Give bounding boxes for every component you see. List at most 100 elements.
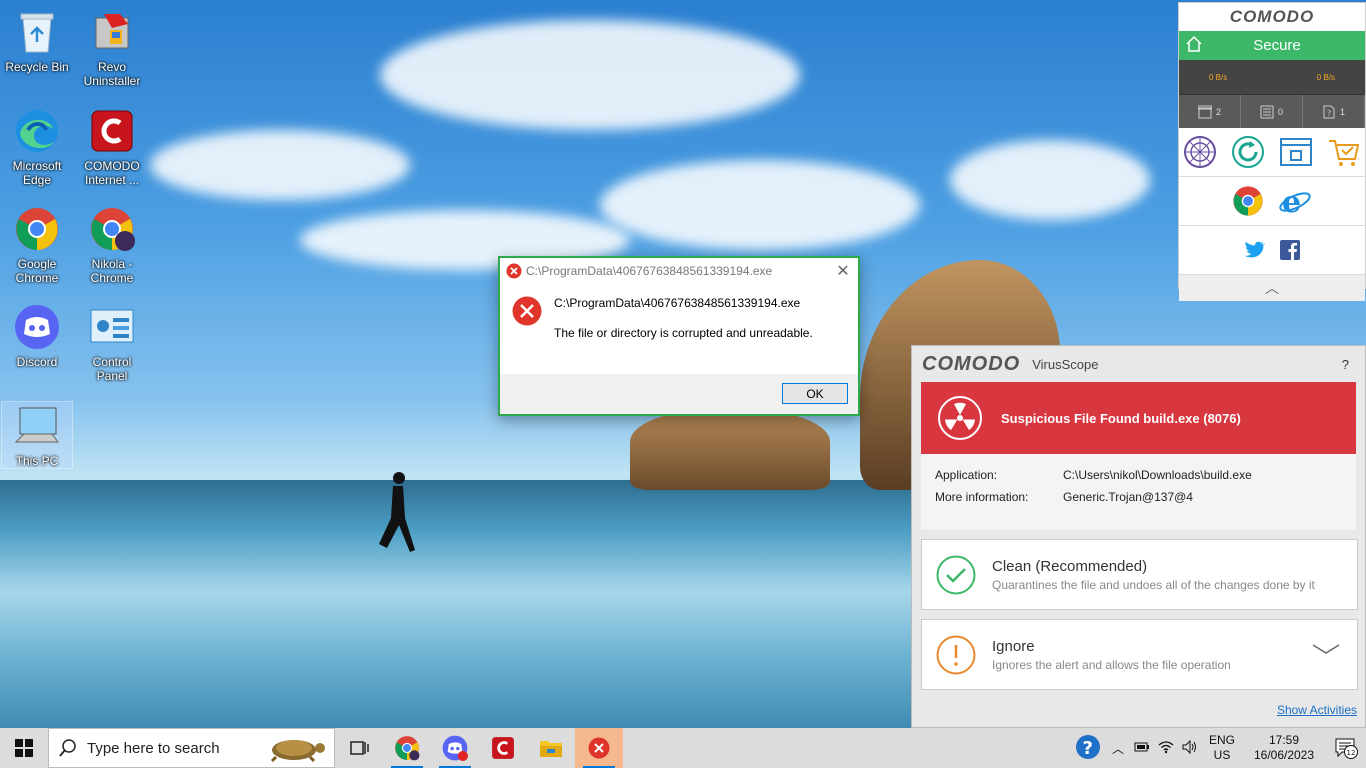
start-button[interactable] bbox=[0, 728, 48, 768]
taskbar-chrome[interactable] bbox=[383, 728, 431, 768]
ignore-option[interactable]: Ignore Ignores the alert and allows the … bbox=[921, 619, 1358, 690]
chrome-icon bbox=[13, 205, 61, 253]
application-value: C:\Users\nikol\Downloads\build.exe bbox=[1063, 468, 1252, 482]
show-activities-link[interactable]: Show Activities bbox=[1277, 703, 1357, 717]
close-icon[interactable]: ✕ bbox=[828, 261, 858, 281]
list-icon bbox=[1260, 105, 1274, 118]
comodo-logo: COMODO bbox=[1229, 7, 1315, 26]
taskbar-error-window[interactable] bbox=[575, 728, 623, 768]
edge-icon bbox=[13, 107, 61, 155]
internet-explorer-icon[interactable]: e bbox=[1278, 184, 1312, 218]
clock[interactable]: 17:59 16/06/2023 bbox=[1242, 733, 1326, 763]
twitter-icon[interactable] bbox=[1244, 240, 1266, 260]
alert-title: Suspicious File Found build.exe (8076) bbox=[1001, 410, 1241, 426]
wifi-icon[interactable] bbox=[1154, 740, 1178, 757]
alert-banner: Suspicious File Found build.exe (8076) bbox=[921, 382, 1356, 454]
desktop-icon-label: Discord bbox=[16, 355, 58, 369]
help-tray-icon[interactable]: ? bbox=[1070, 734, 1106, 763]
option-title: Clean (Recommended) bbox=[992, 557, 1148, 575]
application-label: Application: bbox=[935, 468, 998, 482]
dialog-path: C:\ProgramData\40676763848561339194.exe bbox=[554, 296, 801, 310]
processes-count[interactable]: 0 bbox=[1241, 95, 1303, 128]
upload-speed: 0 B/s bbox=[1209, 72, 1228, 82]
notifications-button[interactable]: 12 bbox=[1326, 737, 1366, 759]
windows-logo-icon bbox=[15, 739, 33, 757]
chrome-icon[interactable] bbox=[1232, 185, 1264, 217]
ok-button[interactable]: OK bbox=[782, 383, 848, 404]
secure-shopping-icon[interactable] bbox=[1279, 135, 1313, 169]
radiation-icon bbox=[938, 396, 982, 440]
clock-time: 17:59 bbox=[1268, 733, 1300, 747]
option-description: Ignores the alert and allows the file op… bbox=[992, 657, 1231, 672]
desktop-icon-nikola-chrome[interactable]: Nikola - Chrome bbox=[77, 205, 147, 285]
desktop-icon-control-panel[interactable]: Control Panel bbox=[77, 303, 147, 383]
folder-icon bbox=[540, 741, 562, 757]
update-icon[interactable] bbox=[1231, 135, 1265, 169]
help-button[interactable]: ? bbox=[1342, 357, 1349, 372]
input-language[interactable]: ENG US bbox=[1202, 733, 1242, 763]
collapse-chevron-icon[interactable]: ︿ bbox=[1179, 275, 1365, 301]
taskbar-comodo[interactable] bbox=[479, 728, 527, 768]
desktop-icon-this-pc[interactable]: This PC bbox=[1, 401, 73, 469]
desktop-icon-discord[interactable]: Discord bbox=[2, 303, 72, 369]
svg-text:?: ? bbox=[1083, 738, 1093, 759]
browsers-row: e bbox=[1179, 177, 1365, 226]
search-icon bbox=[59, 739, 76, 757]
desktop-icon-comodo-internet[interactable]: COMODO Internet ... bbox=[77, 107, 147, 187]
dialog-titlebar: C:\ProgramData\40676763848561339194.exe … bbox=[500, 258, 858, 284]
tools-row bbox=[1179, 128, 1365, 177]
virusscope-alert: COMODO VirusScope ? Suspicious File Foun… bbox=[911, 345, 1366, 728]
search-placeholder: Type here to search bbox=[87, 739, 220, 757]
secure-status-bar[interactable]: Secure bbox=[1179, 31, 1365, 60]
taskbar-discord[interactable] bbox=[431, 728, 479, 768]
discord-icon bbox=[13, 303, 61, 351]
alert-info: Application: C:\Users\nikol\Downloads\bu… bbox=[921, 454, 1356, 530]
desktop-icon-label: COMODO Internet ... bbox=[84, 159, 140, 187]
notification-icon: 12 bbox=[1335, 738, 1358, 759]
question-file-icon: ? bbox=[1323, 105, 1335, 118]
clean-option[interactable]: Clean (Recommended) Quarantines the file… bbox=[921, 539, 1358, 610]
taskbar: Type here to search ? ︿ ENG US 17:59 16/… bbox=[0, 728, 1366, 768]
discord-icon bbox=[442, 735, 468, 761]
task-view-button[interactable] bbox=[335, 728, 383, 768]
facebook-icon[interactable] bbox=[1280, 240, 1300, 260]
more-info-label: More information: bbox=[935, 490, 1029, 504]
unknown-files-count[interactable]: ? 1 bbox=[1303, 95, 1365, 128]
desktop-icon-label: This PC bbox=[15, 454, 59, 468]
desktop-icon-microsoft-edge[interactable]: Microsoft Edge bbox=[2, 107, 72, 187]
chevron-up-icon[interactable]: ︿ bbox=[1106, 740, 1130, 757]
taskbar-search[interactable]: Type here to search bbox=[48, 728, 335, 768]
check-circle-icon bbox=[936, 555, 976, 594]
svg-text:?: ? bbox=[1327, 109, 1331, 118]
radar-scan-icon[interactable] bbox=[1183, 135, 1217, 169]
desktop-icon-recycle-bin[interactable]: Recycle Bin bbox=[2, 8, 72, 74]
comodo-brand: COMODO bbox=[922, 352, 1021, 375]
quarantine-count[interactable]: 2 bbox=[1179, 95, 1241, 128]
taskbar-file-explorer[interactable] bbox=[527, 728, 575, 768]
comodo-app-icon bbox=[492, 737, 514, 759]
runner-silhouette bbox=[379, 472, 415, 552]
computer-icon bbox=[13, 402, 61, 450]
notification-count: 12 bbox=[1347, 749, 1356, 757]
volume-icon[interactable] bbox=[1178, 739, 1202, 757]
recycle-bin-icon bbox=[13, 8, 61, 56]
desktop-icon-google-chrome[interactable]: Google Chrome bbox=[2, 205, 72, 285]
task-view-icon bbox=[350, 741, 369, 755]
cart-icon[interactable] bbox=[1327, 135, 1361, 169]
error-small-icon bbox=[506, 263, 522, 279]
desktop-icon-label: Microsoft Edge bbox=[12, 159, 62, 187]
clock-date: 16/06/2023 bbox=[1253, 748, 1315, 762]
chevron-down-icon[interactable] bbox=[1311, 642, 1341, 656]
dialog-title: C:\ProgramData\40676763848561339194.exe bbox=[526, 264, 773, 278]
desktop-icon-label: Nikola - Chrome bbox=[90, 257, 134, 285]
desktop-icon-label: Revo Uninstaller bbox=[83, 60, 141, 88]
revo-uninstaller-icon bbox=[88, 8, 136, 56]
more-info-value: Generic.Trojan@137@4 bbox=[1063, 490, 1193, 504]
error-dialog: C:\ProgramData\40676763848561339194.exe … bbox=[498, 256, 860, 416]
chrome-profile-icon bbox=[88, 205, 136, 253]
error-icon bbox=[588, 737, 610, 759]
battery-icon[interactable] bbox=[1130, 741, 1154, 756]
traffic-bar: 0 B/s 0 B/s bbox=[1179, 60, 1365, 94]
desktop-icon-revo-uninstaller[interactable]: Revo Uninstaller bbox=[77, 8, 147, 88]
box-icon bbox=[1197, 105, 1212, 118]
